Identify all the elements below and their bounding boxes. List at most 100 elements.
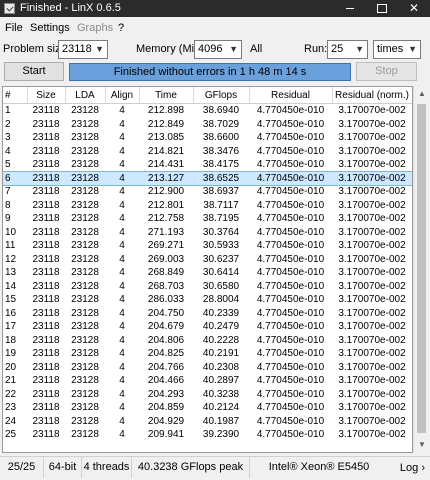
column-header[interactable]: Time [139, 87, 194, 104]
table-row[interactable]: 8 23118 23128 4 212.801 38.7117 4.770450e-010 3… [3, 199, 412, 213]
table-row[interactable]: 3 23118 23128 4 213.085 38.6600 4.770450e-010 3… [3, 131, 412, 145]
column-header[interactable]: Align [105, 87, 140, 104]
chevron-right-icon: › [421, 462, 425, 474]
table-row[interactable]: 13 23118 23128 4 268.849 30.6414 4.770450e-010… [3, 266, 412, 280]
table-cell: 23128 [71, 105, 99, 117]
table-cell: 23128 [71, 159, 99, 171]
close-button[interactable]: ✕ [398, 0, 430, 17]
table-row[interactable]: 12 23118 23128 4 269.003 30.6237 4.770450e-010… [3, 253, 412, 267]
table-cell: 204.750 [147, 307, 185, 319]
table-row[interactable]: 15 23118 23128 4 286.033 28.8004 4.770450e-010… [3, 293, 412, 307]
table-cell: 23118 [27, 171, 65, 185]
table-cell: 4.770450e-010 [256, 253, 325, 265]
run-count-combo[interactable]: 25 ▼ [327, 40, 368, 59]
status-bar: 25/25 64-bit 4 threads 40.3238 GFlops pe… [0, 456, 430, 479]
table-cell: 23118 [32, 321, 60, 333]
table-row[interactable]: 7 23118 23128 4 212.900 38.6937 4.770450e-010 3… [3, 185, 412, 199]
table-cell: 4.770450e-010 [256, 267, 325, 279]
table-cell: 3.170070e-002 [338, 361, 406, 373]
table-cell: 23128 [71, 294, 99, 306]
table-cell: 204.929 [147, 415, 185, 427]
table-cell: 23118 [32, 375, 60, 387]
memory-combo[interactable]: 4096 ▼ [194, 40, 242, 59]
scroll-down-icon[interactable]: ▼ [414, 437, 430, 453]
table-cell: 23128 [71, 253, 99, 265]
stop-button[interactable]: Stop [356, 62, 417, 81]
problem-size-combo[interactable]: 23118 ▼ [58, 40, 108, 59]
scroll-up-icon[interactable]: ▲ [414, 86, 430, 102]
table-row[interactable]: 25 23118 23128 4 209.941 39.2390 4.770450e-010… [3, 428, 412, 442]
table-cell: 23118 [32, 429, 60, 441]
column-header[interactable]: GFlops [193, 87, 250, 104]
minimize-button[interactable] [334, 0, 366, 17]
table-cell: 23118 [32, 280, 60, 292]
table-cell: 4.770450e-010 [256, 294, 325, 306]
memory-all-option[interactable]: All [250, 43, 262, 55]
table-row[interactable]: 24 23118 23128 4 204.929 40.1987 4.770450e-010… [3, 415, 412, 429]
table-cell: 21 [5, 375, 17, 387]
table-cell: 38.6600 [202, 132, 240, 144]
table-cell: 23118 [32, 240, 60, 252]
results-table-panel[interactable]: # Size LDA Align Time GFlops Residual Residual … [2, 86, 413, 453]
table-cell: 4 [119, 253, 125, 265]
vertical-scrollbar[interactable]: ▲ ▼ [413, 86, 429, 453]
table-row[interactable]: 14 23118 23128 4 268.703 30.6580 4.770450e-010… [3, 280, 412, 294]
menu-settings[interactable]: Settings [30, 22, 70, 34]
table-cell: 23128 [71, 240, 99, 252]
menu-file[interactable]: File [5, 22, 23, 34]
table-cell: 4 [105, 171, 139, 185]
table-cell: 269.003 [147, 253, 185, 265]
table-row[interactable]: 1 23118 23128 4 212.898 38.6940 4.770450e-010 3… [3, 104, 412, 118]
table-cell: 269.271 [147, 240, 185, 252]
table-row[interactable]: 23 23118 23128 4 204.859 40.2124 4.770450e-010… [3, 401, 412, 415]
table-row[interactable]: 22 23118 23128 4 204.293 40.3238 4.770450e-010… [3, 388, 412, 402]
table-row[interactable]: 9 23118 23128 4 212.758 38.7195 4.770450e-010 3… [3, 212, 412, 226]
table-row[interactable]: 21 23118 23128 4 204.466 40.2897 4.770450e-010… [3, 374, 412, 388]
table-cell: 212.758 [147, 213, 185, 225]
table-cell: 3.170070e-002 [338, 240, 406, 252]
scroll-thumb[interactable] [417, 104, 426, 433]
table-cell: 4.770450e-010 [256, 186, 325, 198]
table-cell: 3.170070e-002 [338, 199, 406, 211]
log-button[interactable]: Log › [400, 460, 425, 476]
start-button[interactable]: Start [4, 62, 64, 81]
table-cell: 23128 [71, 226, 99, 238]
table-cell: 3.170070e-002 [338, 213, 406, 225]
table-cell: 23128 [71, 388, 99, 400]
menu-help[interactable]: ? [118, 22, 124, 34]
table-cell: 3.170070e-002 [338, 267, 406, 279]
table-row[interactable]: 5 23118 23128 4 214.431 38.4175 4.770450e-010 3… [3, 158, 412, 172]
table-row[interactable]: 10 23118 23128 4 271.193 30.3764 4.770450e-010… [3, 226, 412, 240]
table-cell: 213.127 [139, 171, 193, 185]
table-cell: 4.770450e-010 [256, 159, 325, 171]
column-header[interactable]: Size [27, 87, 66, 104]
table-row[interactable]: 16 23118 23128 4 204.750 40.2339 4.770450e-010… [3, 307, 412, 321]
table-row[interactable]: 17 23118 23128 4 204.679 40.2479 4.770450e-010… [3, 320, 412, 334]
table-row[interactable]: 20 23118 23128 4 204.766 40.2308 4.770450e-010… [3, 361, 412, 375]
table-cell: 3.170070e-002 [338, 280, 406, 292]
menu-graphs[interactable]: Graphs [77, 22, 113, 34]
status-peak: 40.3238 GFlops peak [132, 457, 250, 478]
table-row[interactable]: 18 23118 23128 4 204.806 40.2228 4.770450e-010… [3, 334, 412, 348]
column-header[interactable]: Residual [249, 87, 333, 104]
column-header[interactable]: Residual (norm.) [332, 87, 412, 104]
title-bar: Finished - LinX 0.6.5 ✕ [0, 0, 430, 17]
table-cell: 6 [3, 171, 27, 185]
table-row[interactable]: 4 23118 23128 4 214.821 38.3476 4.770450e-010 3… [3, 145, 412, 159]
column-header[interactable]: # [3, 87, 28, 104]
table-cell: 4.770450e-010 [249, 171, 332, 185]
table-cell: 5 [5, 159, 11, 171]
table-cell: 4.770450e-010 [256, 415, 325, 427]
table-cell: 4 [119, 240, 125, 252]
maximize-button[interactable] [366, 0, 398, 17]
column-header[interactable]: LDA [65, 87, 106, 104]
table-cell: 204.825 [147, 348, 185, 360]
table-cell: 3.170070e-002 [338, 226, 406, 238]
table-row[interactable]: 2 23118 23128 4 212.849 38.7029 4.770450e-010 3… [3, 118, 412, 132]
table-row[interactable]: 19 23118 23128 4 204.825 40.2191 4.770450e-010… [3, 347, 412, 361]
table-row[interactable]: 11 23118 23128 4 269.271 30.5933 4.770450e-010… [3, 239, 412, 253]
table-cell: 23128 [71, 402, 99, 414]
table-cell: 38.7195 [202, 213, 240, 225]
run-unit-combo[interactable]: times ▼ [373, 40, 421, 59]
table-row[interactable]: 6 23118 23128 4 213.127 38.6525 4.770450e-010 3… [3, 170, 412, 186]
